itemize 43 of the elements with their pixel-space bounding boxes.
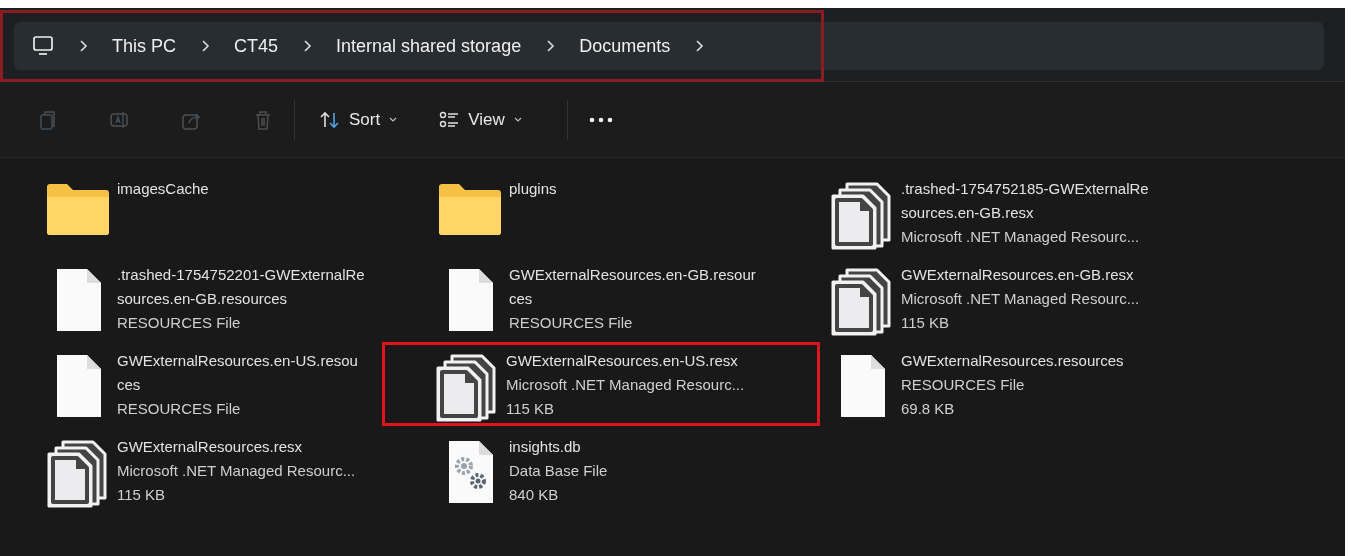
- folder-icon: [437, 181, 503, 237]
- caret-icon: [388, 115, 399, 124]
- more-icon: [587, 116, 614, 125]
- file-name[interactable]: GWExternalResources.en-GB.resour ces: [509, 263, 756, 311]
- file-name[interactable]: GWExternalResources.resx: [117, 435, 356, 459]
- file-type: Data Base File: [509, 461, 608, 481]
- file-name[interactable]: plugins: [509, 177, 557, 201]
- folder-icon: [45, 181, 111, 237]
- file-type: RESOURCES File: [117, 399, 242, 419]
- file-size: 840 KB: [509, 485, 560, 505]
- chevron-icon[interactable]: [78, 39, 88, 53]
- view-menu-button[interactable]: View: [428, 100, 533, 139]
- chevron-icon[interactable]: [694, 39, 705, 53]
- file-name[interactable]: insights.db: [509, 435, 608, 459]
- computer-icon[interactable]: [32, 35, 54, 57]
- file-name[interactable]: .trashed-1754752185-GWExternalRe sources.en-GB.resx: [901, 177, 1149, 225]
- breadcrumb-item[interactable]: CT45: [234, 32, 279, 60]
- file-size: 115 KB: [506, 399, 556, 419]
- file-size: 115 KB: [117, 485, 167, 505]
- address-bar[interactable]: This PC CT45 Internal shared storage Documents: [14, 22, 1324, 70]
- file-type: Microsoft .NET Managed Resourc...: [117, 461, 356, 481]
- file-type: Microsoft .NET Managed Resourc...: [901, 227, 1141, 247]
- chevron-icon[interactable]: [545, 39, 556, 53]
- file-size: 115 KB: [901, 313, 951, 333]
- chevron-icon[interactable]: [200, 39, 210, 53]
- file-name[interactable]: .trashed-1754752201-GWExternalRe sources.en-GB.resources: [117, 263, 365, 311]
- file-type: RESOURCES File: [901, 375, 1026, 395]
- breadcrumb-item[interactable]: Internal shared storage: [336, 32, 522, 60]
- file-name[interactable]: GWExternalResources.en-US.resou ces: [117, 349, 358, 397]
- file-name[interactable]: GWExternalResources.en-US.resx: [506, 349, 745, 373]
- breadcrumb-item[interactable]: Documents: [579, 32, 671, 60]
- file-type: Microsoft .NET Managed Resourc...: [506, 375, 745, 395]
- file-type: Microsoft .NET Managed Resourc...: [901, 289, 1140, 309]
- chevron-icon[interactable]: [302, 39, 313, 53]
- file-type: RESOURCES File: [117, 313, 242, 333]
- file-size: 69.8 KB: [901, 399, 956, 419]
- file-type: RESOURCES File: [509, 313, 634, 333]
- file-name[interactable]: imagesCache: [117, 177, 209, 201]
- caret-icon: [512, 115, 523, 124]
- file-name[interactable]: GWExternalResources.resources: [901, 349, 1124, 373]
- file-name[interactable]: GWExternalResources.en-GB.resx: [901, 263, 1140, 287]
- breadcrumb-item[interactable]: This PC: [112, 32, 176, 60]
- sort-menu-button[interactable]: Sort: [309, 100, 409, 139]
